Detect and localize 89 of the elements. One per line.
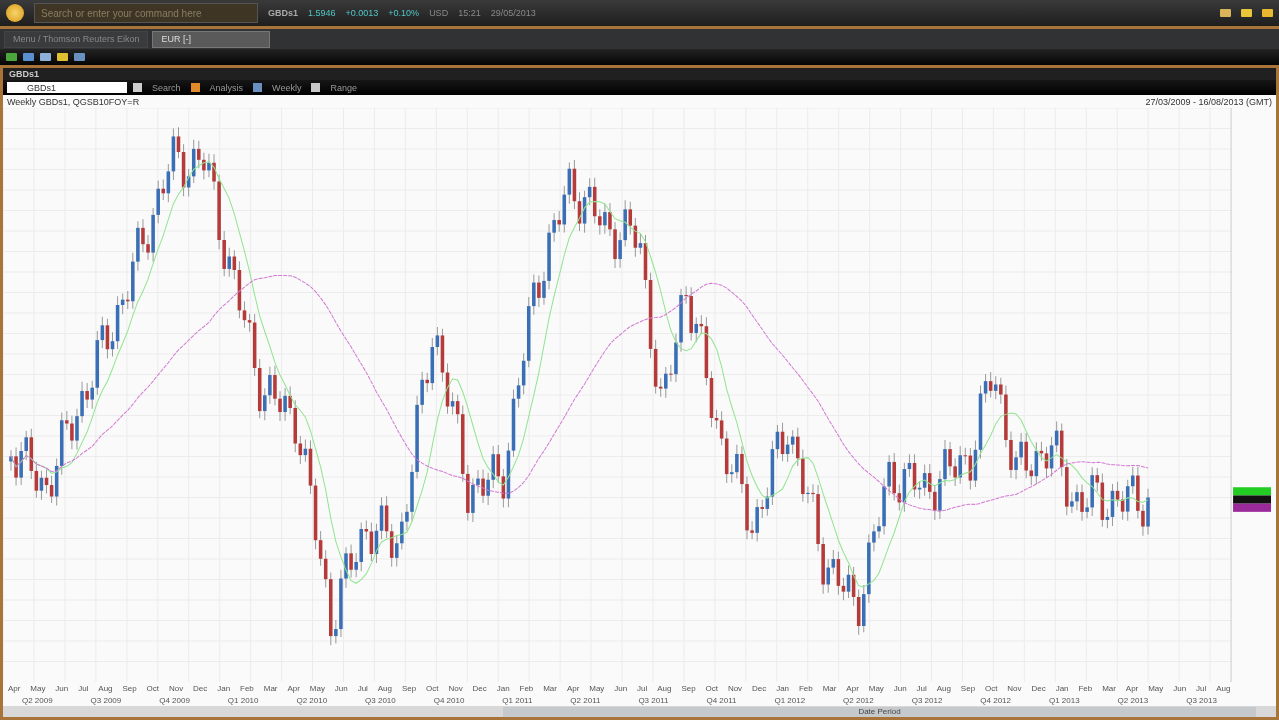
quarter-label: Q3 2010 bbox=[365, 695, 396, 705]
toolbar-button[interactable]: Range bbox=[326, 81, 361, 94]
quarter-label: Q4 2010 bbox=[433, 695, 465, 705]
month-label: Jul bbox=[916, 683, 927, 693]
month-label: Jun bbox=[55, 683, 69, 693]
month-label: Jan bbox=[1055, 683, 1069, 693]
quarter-label: Q2 2013 bbox=[1117, 695, 1149, 705]
quarter-label: Q3 2011 bbox=[638, 695, 669, 705]
month-label: Mar bbox=[1102, 683, 1116, 693]
month-label: Jun bbox=[893, 683, 907, 693]
month-label: Apr bbox=[1125, 683, 1139, 693]
month-label: Sep bbox=[122, 683, 137, 693]
quarter-label: Q4 2011 bbox=[706, 695, 737, 705]
quote-change: +0.0013 bbox=[345, 8, 379, 18]
toolbar-button[interactable]: Analysis bbox=[205, 81, 248, 94]
month-label: Feb bbox=[798, 683, 813, 693]
month-label: Nov bbox=[448, 683, 463, 693]
toolbar-button[interactable]: Search bbox=[148, 81, 185, 94]
month-label: Nov bbox=[1007, 683, 1022, 693]
month-label: Sep bbox=[401, 683, 417, 693]
month-label: Jan bbox=[776, 683, 790, 693]
month-label: Jun bbox=[334, 683, 348, 693]
quarter-label: Q1 2010 bbox=[227, 695, 259, 705]
month-label: Jan bbox=[217, 683, 231, 693]
chart-title: Weekly GBDs1, QGSB10FOY=R bbox=[7, 96, 140, 107]
month-label: Feb bbox=[1078, 683, 1093, 693]
month-label: Aug bbox=[1216, 683, 1231, 693]
month-label: Feb bbox=[519, 683, 534, 693]
month-label: Aug bbox=[377, 683, 392, 693]
month-label: Jan bbox=[496, 683, 510, 693]
month-label: Feb bbox=[240, 683, 254, 693]
quote-symbol: GBDs1 bbox=[268, 8, 298, 18]
date-range: 27/03/2009 - 16/08/2013 (GMT) bbox=[1145, 96, 1272, 107]
quarter-label: Q1 2012 bbox=[774, 695, 806, 705]
month-label: Jul bbox=[637, 683, 648, 693]
month-label: Jun bbox=[1173, 683, 1187, 693]
month-label: Jul bbox=[357, 683, 368, 693]
month-label: Sep bbox=[960, 683, 976, 693]
quarter-label: Q2 2009 bbox=[21, 695, 53, 705]
quarter-label: Q1 2011 bbox=[502, 695, 533, 705]
month-label: May bbox=[868, 683, 884, 693]
toolbar-button[interactable]: Weekly bbox=[268, 81, 306, 94]
quarter-label: Q4 2012 bbox=[980, 695, 1012, 705]
month-label: Apr bbox=[566, 683, 580, 693]
quote-date: 29/05/2013 bbox=[490, 8, 536, 18]
month-label: Apr bbox=[287, 683, 300, 693]
month-label: Dec bbox=[752, 683, 767, 693]
month-label: Jun bbox=[614, 683, 628, 693]
quarter-label: Q3 2009 bbox=[90, 695, 122, 705]
quote-last: 1.5946 bbox=[308, 8, 336, 18]
month-label: Dec bbox=[1031, 683, 1046, 693]
month-label: Sep bbox=[681, 683, 696, 693]
quarter-label: Q2 2012 bbox=[843, 695, 874, 705]
date-scrollbar[interactable]: Date Period bbox=[503, 706, 1256, 717]
quarter-label: Q2 2010 bbox=[296, 695, 328, 705]
panel-title: GBDs1 bbox=[9, 69, 39, 79]
month-label: Aug bbox=[936, 683, 951, 693]
quote-percent: +0.10% bbox=[388, 8, 420, 18]
month-label: Mar bbox=[822, 683, 837, 693]
month-label: Oct bbox=[985, 683, 998, 693]
month-label: Oct bbox=[146, 683, 160, 693]
month-label: Oct bbox=[426, 683, 439, 693]
month-label: Dec bbox=[472, 683, 487, 693]
month-label: Mar bbox=[263, 683, 278, 693]
month-label: Jul bbox=[78, 683, 89, 693]
month-label: May bbox=[30, 683, 46, 693]
month-label: May bbox=[1148, 683, 1164, 693]
quarter-label: Q3 2012 bbox=[911, 695, 943, 705]
command-search-field[interactable]: Search or enter your command here bbox=[34, 3, 258, 23]
quote-currency: USD bbox=[429, 8, 449, 18]
quarter-label: Q4 2009 bbox=[159, 695, 190, 705]
quarter-label: Q2 2011 bbox=[570, 695, 601, 705]
quarter-label: Q3 2013 bbox=[1186, 695, 1217, 705]
month-label: May bbox=[309, 683, 325, 693]
quote-time: 15:21 bbox=[458, 8, 481, 18]
month-label: Oct bbox=[705, 683, 718, 693]
month-label: Mar bbox=[543, 683, 557, 693]
month-label: Aug bbox=[657, 683, 672, 693]
month-label: May bbox=[589, 683, 605, 693]
month-label: Nov bbox=[727, 683, 743, 693]
month-label: Dec bbox=[193, 683, 208, 693]
tab[interactable]: EUR [-] bbox=[152, 30, 271, 48]
month-label: Apr bbox=[7, 683, 21, 693]
quarter-label: Q1 2013 bbox=[1048, 695, 1080, 705]
month-label: Jul bbox=[1196, 683, 1207, 693]
month-label: Nov bbox=[168, 683, 184, 693]
instrument-field[interactable]: GBDs1 bbox=[7, 82, 127, 93]
month-label: Aug bbox=[98, 683, 113, 693]
month-label: Apr bbox=[846, 683, 859, 693]
